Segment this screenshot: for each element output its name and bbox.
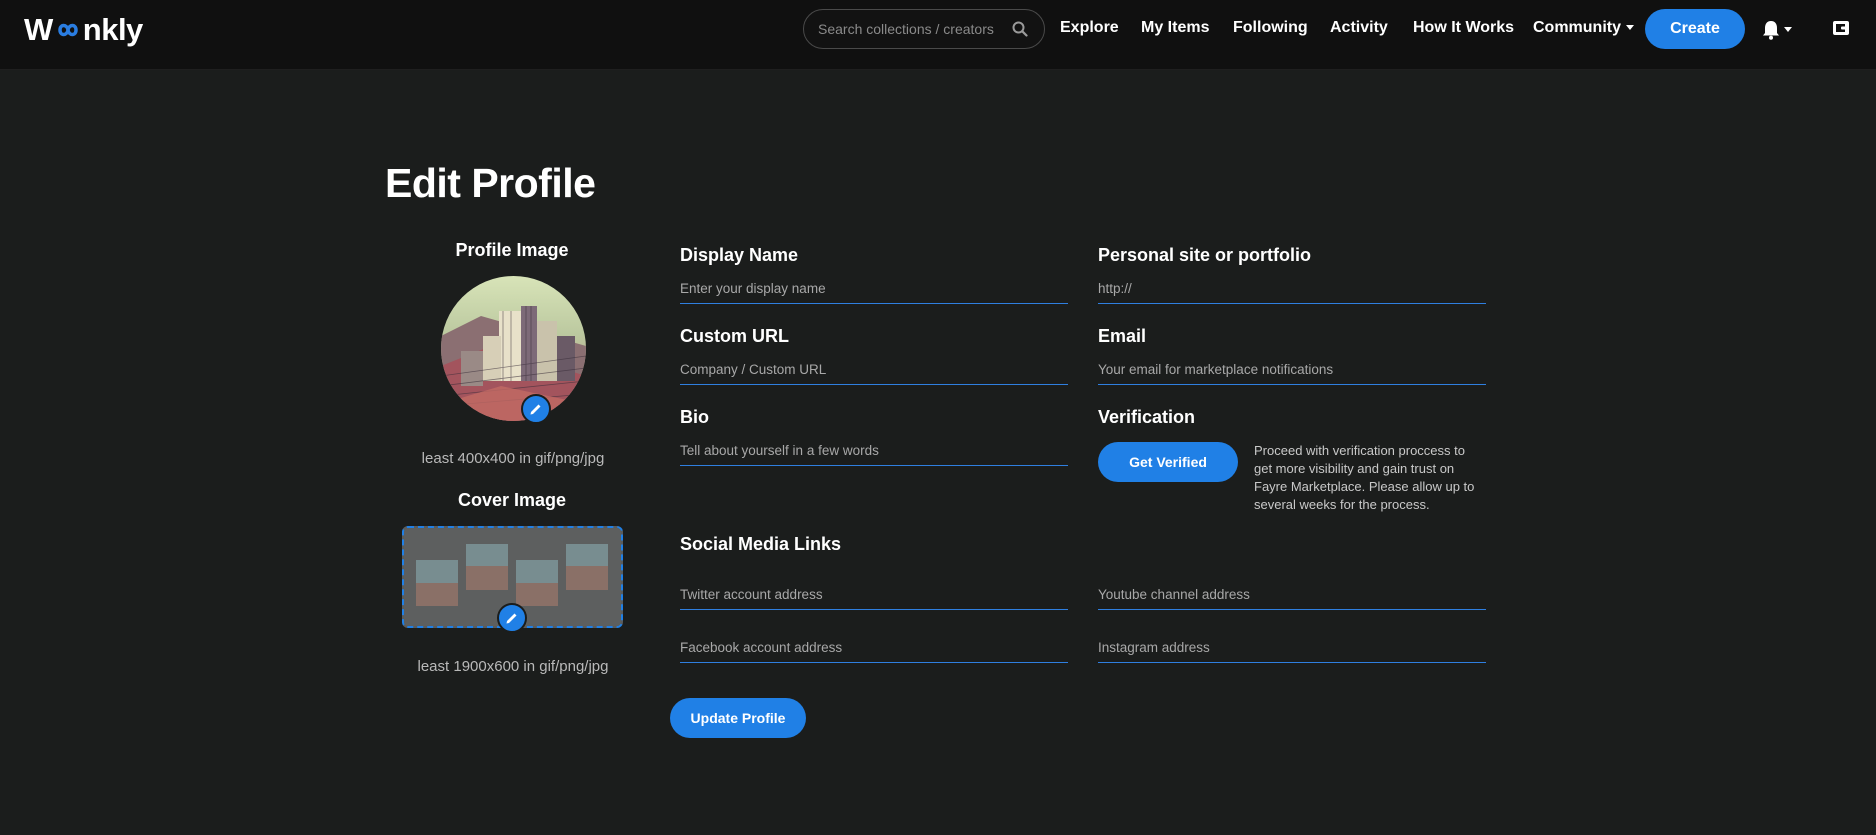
update-profile-button[interactable]: Update Profile (670, 698, 806, 738)
nav-community-dropdown[interactable]: Community (1533, 19, 1634, 37)
nav-activity[interactable]: Activity (1330, 19, 1388, 37)
cover-image-heading: Cover Image (457, 490, 567, 510)
logo-text-end: nkly (82, 12, 144, 47)
edit-profile-image-button[interactable] (521, 394, 551, 424)
pencil-icon (530, 404, 541, 415)
get-verified-button[interactable]: Get Verified (1098, 442, 1238, 482)
instagram-field (1098, 633, 1486, 663)
site-logo[interactable]: W nkly (24, 12, 143, 48)
page-title: Edit Profile (385, 160, 596, 206)
nav-my-items[interactable]: My Items (1141, 19, 1209, 37)
create-button[interactable]: Create (1645, 9, 1745, 49)
search-box (803, 9, 1045, 49)
notifications-dropdown[interactable] (1762, 20, 1796, 40)
youtube-input[interactable] (1098, 580, 1486, 608)
personal-site-field (1098, 274, 1486, 304)
edit-cover-image-button[interactable] (497, 603, 527, 633)
wallet-icon[interactable] (1832, 19, 1850, 37)
twitter-field (680, 580, 1068, 610)
display-name-field (680, 274, 1068, 304)
facebook-input[interactable] (680, 633, 1068, 661)
bell-icon (1763, 21, 1779, 40)
personal-site-input[interactable] (1098, 274, 1486, 302)
personal-site-label: Personal site or portfolio (1098, 245, 1312, 265)
profile-image-heading: Profile Image (455, 240, 569, 260)
email-input[interactable] (1098, 355, 1486, 383)
facebook-field (680, 633, 1068, 663)
instagram-input[interactable] (1098, 633, 1486, 661)
youtube-field (1098, 580, 1486, 610)
bio-input[interactable] (680, 436, 1068, 464)
custom-url-label: Custom URL (680, 326, 789, 346)
logo-text-start: W (24, 12, 53, 47)
nav-how-it-works[interactable]: How It Works (1413, 19, 1514, 37)
profile-image-hint: least 400x400 in gif/png/jpg (421, 450, 605, 467)
custom-url-input[interactable] (680, 355, 1068, 383)
bio-field (680, 436, 1068, 466)
search-input[interactable] (818, 10, 1008, 48)
nav-explore[interactable]: Explore (1060, 19, 1119, 37)
twitter-input[interactable] (680, 580, 1068, 608)
profile-image-preview (441, 276, 586, 421)
display-name-label: Display Name (680, 245, 799, 265)
verification-label: Verification (1098, 407, 1196, 427)
nav-community-label: Community (1533, 19, 1621, 36)
profile-image-uploader[interactable] (441, 276, 586, 424)
custom-url-field (680, 355, 1068, 385)
pencil-icon (506, 613, 517, 624)
email-label: Email (1098, 326, 1147, 346)
chevron-down-icon (1626, 25, 1634, 31)
avatar (441, 276, 586, 421)
top-navbar: W nkly Explore My Items Following Activi… (0, 0, 1876, 70)
display-name-input[interactable] (680, 274, 1068, 302)
social-links-heading: Social Media Links (680, 534, 842, 554)
verification-description: Proceed with verification proccess to ge… (1254, 443, 1475, 512)
nav-following[interactable]: Following (1233, 19, 1308, 37)
email-field (1098, 355, 1486, 385)
bio-label: Bio (680, 407, 709, 427)
cover-image-hint: least 1900x600 in gif/png/jpg (417, 658, 609, 675)
infinity-logo-icon (58, 23, 78, 37)
chevron-down-icon (1784, 27, 1792, 32)
search-icon[interactable] (1012, 21, 1028, 37)
